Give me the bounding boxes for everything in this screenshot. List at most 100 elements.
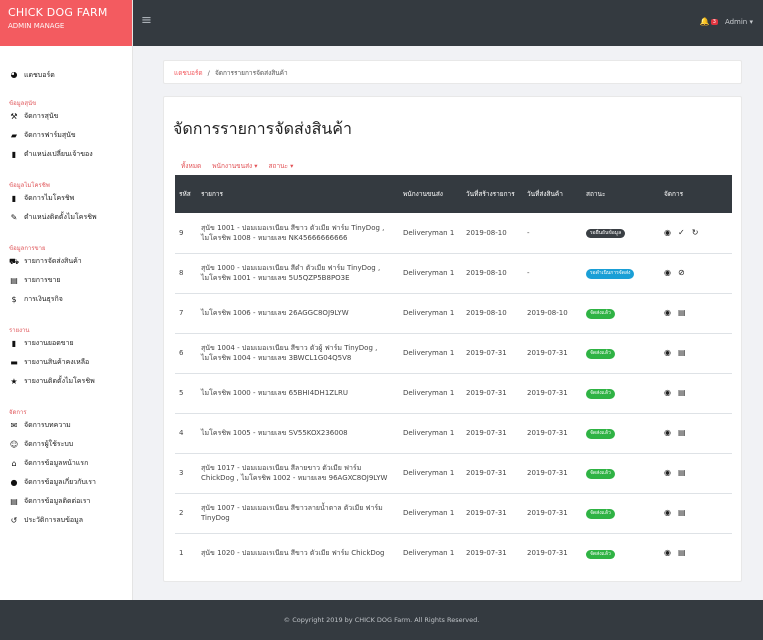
eye-icon[interactable]: ◉ bbox=[664, 508, 671, 517]
cell-shipped: 2019-07-31 bbox=[523, 332, 582, 373]
cell-driver: Deliveryman 1 bbox=[399, 532, 462, 573]
brand-subtitle: ADMIN MANAGE bbox=[8, 22, 65, 30]
status-badge: จัดส่งแล้ว bbox=[586, 509, 615, 519]
eye-icon[interactable]: ◉ bbox=[664, 548, 671, 557]
filter-status[interactable]: สถานะ ▾ bbox=[269, 161, 294, 171]
contact-icon: ▤ bbox=[10, 496, 18, 506]
cell-driver: Deliveryman 1 bbox=[399, 412, 462, 453]
table-row[interactable]: 9 สุนัข 1001 - ปอมเมอเรเนียน สีขาว ตัวเม… bbox=[175, 213, 732, 253]
eye-icon[interactable]: ◉ bbox=[664, 228, 671, 237]
sidebar-section-title: ข้อมูลการขาย bbox=[9, 245, 46, 252]
eye-icon[interactable]: ◉ bbox=[664, 468, 671, 477]
cell-id: 9 bbox=[179, 228, 184, 237]
doc-icon[interactable]: ▤ bbox=[678, 348, 686, 357]
table-row[interactable]: 5 ไมโครชิพ 1000 - หมายเลข 65BHI4DH1ZLRU … bbox=[175, 372, 732, 413]
cell-driver: Deliveryman 1 bbox=[403, 228, 455, 237]
breadcrumb-home[interactable]: แดชบอร์ด bbox=[174, 69, 203, 77]
eye-icon[interactable]: ◉ bbox=[664, 428, 671, 437]
cell-status: จัดส่งแล้ว bbox=[582, 372, 660, 413]
sidebar-item[interactable]: ★ รายงานติดตั้งไมโครชิพ bbox=[0, 372, 132, 391]
table-row[interactable]: 2 สุนัข 1007 - ปอมเมอเรเนียน สีขาวลายน้ำ… bbox=[175, 492, 732, 533]
col-shipped[interactable]: วันที่ส่งสินค้า bbox=[523, 175, 582, 213]
cell-actions: ◉ ▤ bbox=[660, 412, 732, 453]
sidebar-item-dashboard[interactable]: ◕ แดชบอร์ด bbox=[0, 68, 132, 82]
bell-icon[interactable]: 🔔 bbox=[700, 17, 710, 26]
ban-icon[interactable]: ⊘ bbox=[678, 268, 685, 277]
cell-shipped: 2019-07-31 bbox=[523, 452, 582, 493]
col-actions: จัดการ bbox=[660, 175, 732, 213]
cell-shipped: 2019-07-31 bbox=[523, 492, 582, 533]
sidebar-item[interactable]: ▮ รายงานยอดขาย bbox=[0, 334, 132, 353]
sidebar-section-title: รายงาน bbox=[9, 327, 30, 334]
col-item[interactable]: รายการ bbox=[197, 175, 399, 213]
doc-icon[interactable]: ▤ bbox=[678, 388, 686, 397]
cell-status: จัดส่งแล้ว bbox=[582, 532, 660, 573]
sidebar-item[interactable]: $ การเงินธุรกิจ bbox=[0, 290, 132, 309]
col-created[interactable]: วันที่สร้างรายการ bbox=[462, 175, 523, 213]
col-status[interactable]: สถานะ bbox=[582, 175, 660, 213]
top-right: 🔔 3 Admin ▾ bbox=[700, 17, 753, 26]
col-id[interactable]: รหัส bbox=[175, 175, 197, 213]
col-driver[interactable]: พนักงานขนส่ง bbox=[399, 175, 462, 213]
page-title: จัดการรายการจัดส่งสินค้า bbox=[173, 119, 352, 138]
cell-shipped: - bbox=[527, 228, 530, 237]
sidebar-item[interactable]: ⌂ จัดการข้อมูลหน้าแรก bbox=[0, 454, 132, 473]
sidebar-item[interactable]: ⛟ รายการจัดส่งสินค้า bbox=[0, 252, 132, 271]
sidebar-item[interactable]: ● จัดการข้อมูลเกี่ยวกับเรา bbox=[0, 473, 132, 492]
topbar: ≡ 🔔 3 Admin ▾ bbox=[133, 0, 763, 46]
cell-created: 2019-07-31 bbox=[462, 452, 523, 493]
cell-status: จัดส่งแล้ว bbox=[582, 332, 660, 373]
refresh-icon[interactable]: ↻ bbox=[692, 228, 699, 237]
table-row[interactable]: 1 สุนัข 1020 - ปอมเมอเรเนียน สีขาว ตัวเม… bbox=[175, 532, 732, 573]
sidebar-item[interactable]: ▤ จัดการข้อมูลติดต่อเรา bbox=[0, 492, 132, 511]
table-row[interactable]: 7 ไมโครชิพ 1006 - หมายเลข 26AGGC8OJ9LYW … bbox=[175, 292, 732, 333]
cell-item: สุนัข 1020 - ปอมเมอเรเนียน สีขาว ตัวเมีย… bbox=[197, 532, 399, 573]
sidebar-item[interactable]: ▮ จัดการไมโครชิพ bbox=[0, 189, 132, 208]
breadcrumb-current: จัดการรายการจัดส่งสินค้า bbox=[214, 69, 288, 77]
sidebar-item[interactable]: ▰ จัดการฟาร์มสุนัข bbox=[0, 126, 132, 145]
sidebar-item[interactable]: ⚒ จัดการสุนัข bbox=[0, 107, 132, 126]
doc-icon[interactable]: ▤ bbox=[678, 508, 686, 517]
doc-icon[interactable]: ▤ bbox=[678, 428, 686, 437]
cell-id: 4 bbox=[175, 412, 197, 453]
eye-icon[interactable]: ◉ bbox=[664, 268, 671, 277]
cell-id: 2 bbox=[175, 492, 197, 533]
cell-created: 2019-07-31 bbox=[462, 412, 523, 453]
cell-id: 8 bbox=[175, 252, 197, 293]
sidebar-item[interactable]: ☺ จัดการผู้ใช้ระบบ bbox=[0, 435, 132, 454]
shipments-table: รหัส รายการ พนักงานขนส่ง วันที่สร้างรายก… bbox=[175, 175, 732, 573]
star-icon: ★ bbox=[10, 376, 18, 386]
table-row[interactable]: 4 ไมโครชิพ 1005 - หมายเลข SV55KOX236008 … bbox=[175, 412, 732, 453]
users-icon: ☺ bbox=[9, 439, 19, 449]
sidebar-item-label: รายการขาย bbox=[24, 276, 61, 284]
cell-created: 2019-08-10 bbox=[462, 252, 523, 293]
sidebar-item[interactable]: ✎ ตำแหน่งติดตั้งไมโครชิพ bbox=[0, 208, 132, 227]
brand[interactable]: CHICK DOG FARM ADMIN MANAGE bbox=[0, 0, 132, 46]
sidebar-item[interactable]: ▬ รายงานสินค้าคงเหลือ bbox=[0, 353, 132, 372]
cell-created: 2019-07-31 bbox=[462, 532, 523, 573]
menu-toggle-icon[interactable]: ≡ bbox=[141, 13, 152, 28]
cell-id: 3 bbox=[175, 452, 197, 493]
eye-icon[interactable]: ◉ bbox=[664, 308, 671, 317]
cell-status: จัดส่งแล้ว bbox=[582, 412, 660, 453]
sidebar-item[interactable]: ▤ รายการขาย bbox=[0, 271, 132, 290]
check-icon[interactable]: ✓ bbox=[678, 228, 685, 237]
eye-icon[interactable]: ◉ bbox=[664, 348, 671, 357]
dollar-icon: $ bbox=[11, 294, 17, 304]
filter-driver[interactable]: พนักงานขนส่ง ▾ bbox=[212, 161, 257, 171]
table-row[interactable]: 6 สุนัข 1004 - ปอมเมอเรเนียน สีขาว ตัวผู… bbox=[175, 332, 732, 373]
sidebar-section: รายงาน ▮ รายงานยอดขาย ▬ รายงานสินค้าคงเห… bbox=[0, 325, 132, 391]
sidebar-item[interactable]: ▮ ตำแหน่งเปลี่ยนเจ้าของ bbox=[0, 145, 132, 164]
user-menu[interactable]: Admin ▾ bbox=[725, 18, 753, 26]
cell-actions: ◉ ▤ bbox=[660, 492, 732, 533]
eye-icon[interactable]: ◉ bbox=[664, 388, 671, 397]
sidebar-item-label: จัดการข้อมูลหน้าแรก bbox=[24, 459, 89, 467]
sidebar-item[interactable]: ✉ จัดการบทความ bbox=[0, 416, 132, 435]
doc-icon[interactable]: ▤ bbox=[678, 308, 686, 317]
doc-icon[interactable]: ▤ bbox=[678, 468, 686, 477]
doc-icon[interactable]: ▤ bbox=[678, 548, 686, 557]
sidebar-item[interactable]: ↺ ประวัติการลบข้อมูล bbox=[0, 511, 132, 530]
table-row[interactable]: 8 สุนัข 1000 - ปอมเมอเรเนียน สีดำ ตัวเมี… bbox=[175, 252, 732, 293]
table-row[interactable]: 3 สุนัข 1017 - ปอมเมอเรเนียน สีลายขาว ตั… bbox=[175, 452, 732, 493]
filter-all[interactable]: ทั้งหมด bbox=[181, 161, 201, 171]
